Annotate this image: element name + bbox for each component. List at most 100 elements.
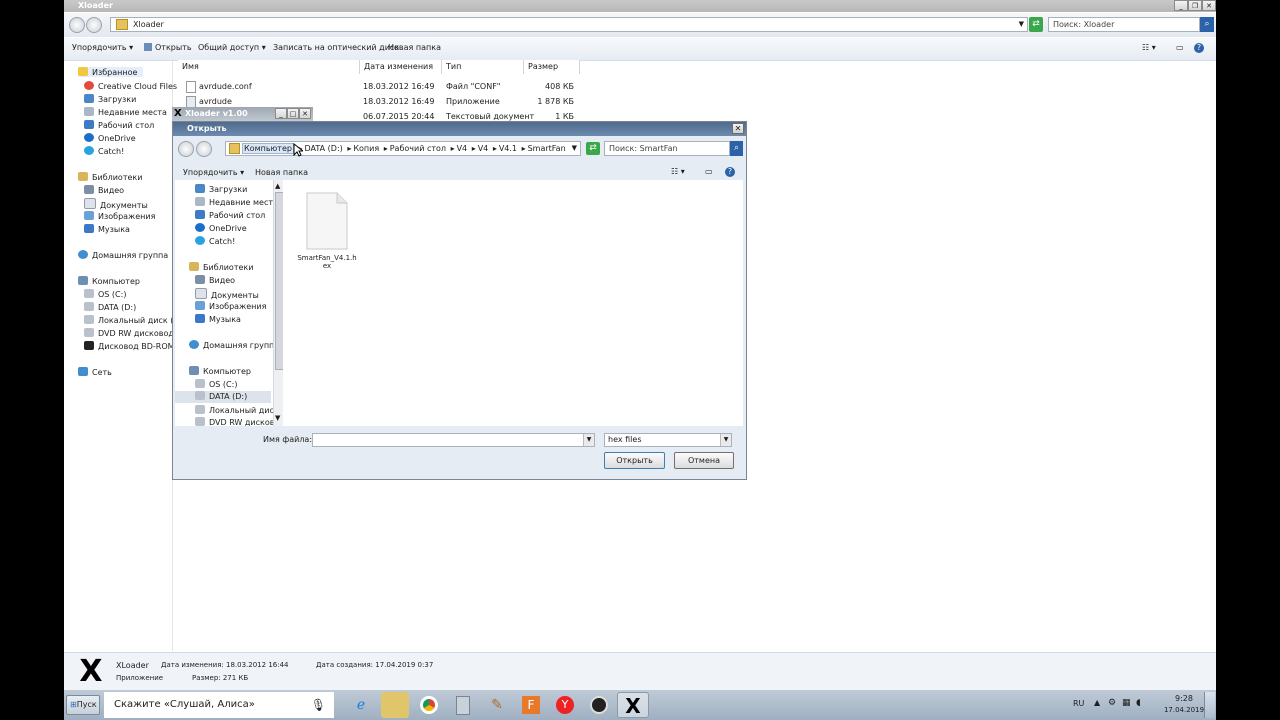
forward-button[interactable]: [196, 141, 212, 157]
column-date[interactable]: Дата изменения: [360, 60, 442, 74]
dialog-organize-menu[interactable]: Упорядочить ▾: [183, 168, 244, 177]
file-item[interactable]: SmartFan_V4.1.hex: [297, 192, 357, 270]
search-icon[interactable]: ⌕: [1200, 17, 1214, 32]
breadcrumb-separator-icon[interactable]: ▸: [520, 144, 528, 153]
nav-drive-selected[interactable]: DATA (D:): [175, 391, 271, 403]
nav-lib-item[interactable]: Документы: [195, 288, 259, 300]
breadcrumb[interactable]: V4: [478, 144, 489, 153]
dialog-address-bar[interactable]: Компьютер ▸DATA (D:) ▸Копия ▸Рабочий сто…: [225, 141, 581, 156]
nav-fav-item[interactable]: Рабочий стол: [195, 210, 265, 220]
help-icon[interactable]: ?: [1194, 43, 1204, 53]
open-button[interactable]: Открыть: [604, 452, 665, 469]
breadcrumb[interactable]: V4.1: [499, 144, 517, 153]
nav-drive[interactable]: OS (C:): [84, 289, 126, 299]
nav-drive[interactable]: OS (C:): [195, 379, 237, 389]
nav-drive[interactable]: DVD RW дисковод (F: [84, 328, 184, 338]
nav-lib-item[interactable]: Изображения: [195, 301, 266, 311]
new-folder-button[interactable]: Новая папка: [388, 43, 441, 52]
breadcrumb-separator-icon[interactable]: ▸: [470, 144, 478, 153]
network-tray-icon[interactable]: ▦: [1122, 698, 1131, 708]
scroll-down-icon[interactable]: ▼: [275, 414, 280, 422]
column-name[interactable]: Имя: [178, 60, 360, 74]
preview-pane-icon[interactable]: ▭: [1176, 43, 1184, 52]
refresh-icon[interactable]: ⇄: [586, 142, 600, 155]
chevron-down-icon[interactable]: ▼: [1019, 18, 1024, 31]
nav-lib-item[interactable]: Музыка: [195, 314, 241, 324]
nav-fav-item[interactable]: Рабочий стол: [84, 120, 154, 130]
xloader-window-titlebar[interactable]: X Xloader v1.00 _ □ ✕: [172, 107, 313, 121]
nav-lib-item[interactable]: Изображения: [84, 211, 155, 221]
nav-libraries[interactable]: Библиотеки: [189, 262, 253, 272]
nav-drive[interactable]: Дисковод BD-ROM (H: [84, 341, 186, 351]
scroll-up-icon[interactable]: ▲: [275, 182, 280, 190]
nav-drive[interactable]: Локальный диск (E:): [84, 315, 184, 325]
nav-lib-item[interactable]: Документы: [84, 198, 148, 210]
nav-network[interactable]: Сеть: [78, 367, 112, 377]
start-button[interactable]: ⊞Пуск: [66, 695, 100, 715]
fritzing-icon[interactable]: F: [517, 692, 545, 718]
filename-input[interactable]: ▼: [312, 433, 595, 447]
nav-drive[interactable]: DATA (D:): [84, 302, 136, 312]
nav-libraries[interactable]: Библиотеки: [78, 172, 142, 182]
burn-button[interactable]: Записать на оптический диск: [273, 43, 399, 52]
nav-lib-item[interactable]: Видео: [84, 185, 124, 195]
breadcrumb-separator-icon[interactable]: ▸: [491, 144, 499, 153]
yandex-icon[interactable]: Y: [551, 692, 579, 718]
breadcrumb-separator-icon[interactable]: ▸: [449, 144, 457, 153]
nav-favorites[interactable]: Избранное: [78, 67, 144, 77]
table-row[interactable]: avrdude.conf 18.03.2012 16:49 Файл "CONF…: [184, 81, 584, 93]
close-button[interactable]: ✕: [1202, 0, 1216, 11]
nav-lib-item[interactable]: Видео: [195, 275, 235, 285]
xloader-taskbar-icon[interactable]: X: [617, 692, 649, 718]
nav-fav-item[interactable]: Загрузки: [84, 94, 136, 104]
share-menu[interactable]: Общий доступ ▾: [198, 43, 266, 52]
nav-fav-item[interactable]: Creative Cloud Files: [84, 81, 177, 91]
breadcrumb-computer[interactable]: Компьютер: [242, 143, 294, 154]
chevron-down-icon[interactable]: ▼: [572, 142, 577, 155]
calculator-icon[interactable]: [449, 692, 477, 718]
breadcrumb[interactable]: DATA (D:): [305, 144, 343, 153]
minimize-button[interactable]: _: [1174, 0, 1188, 11]
nav-fav-item[interactable]: Catch!: [195, 236, 235, 246]
breadcrumb-separator-icon[interactable]: ▸: [382, 144, 390, 153]
dialog-close-button[interactable]: ✕: [732, 123, 744, 134]
forward-button[interactable]: [86, 17, 102, 33]
search-icon[interactable]: ⌕: [730, 141, 743, 156]
nav-lib-item[interactable]: Музыка: [84, 224, 130, 234]
nav-fav-item[interactable]: OneDrive: [195, 223, 247, 233]
nav-homegroup[interactable]: Домашняя группа: [78, 250, 168, 260]
nav-fav-item[interactable]: OneDrive: [84, 133, 136, 143]
ie-icon[interactable]: ℯ: [347, 692, 375, 718]
cancel-button[interactable]: Отмена: [674, 452, 734, 469]
nav-homegroup[interactable]: Домашняя группа: [189, 340, 279, 350]
nav-fav-item[interactable]: Недавние места: [84, 107, 167, 117]
column-size[interactable]: Размер: [524, 60, 580, 74]
nav-fav-item[interactable]: Catch!: [84, 146, 124, 156]
view-options-icon[interactable]: ☷ ▾: [671, 167, 685, 176]
breadcrumb[interactable]: Рабочий стол: [390, 144, 446, 153]
nav-computer[interactable]: Компьютер: [189, 366, 251, 376]
dialog-search-input[interactable]: Поиск: SmartFan: [604, 141, 730, 156]
refresh-icon[interactable]: ⇄: [1029, 17, 1043, 32]
back-button[interactable]: [69, 17, 85, 33]
tray-expand-icon[interactable]: ▲: [1094, 698, 1100, 707]
file-explorer-icon[interactable]: [381, 692, 409, 718]
preview-pane-icon[interactable]: ▭: [705, 167, 713, 176]
chevron-down-icon[interactable]: ▼: [583, 434, 594, 446]
chrome-icon[interactable]: [415, 692, 443, 718]
back-button[interactable]: [178, 141, 194, 157]
dialog-new-folder-button[interactable]: Новая папка: [255, 168, 308, 177]
close-button[interactable]: ✕: [299, 108, 311, 119]
column-type[interactable]: Тип: [442, 60, 524, 74]
address-bar[interactable]: Xloader ▼: [110, 17, 1028, 32]
minimize-button[interactable]: _: [275, 108, 287, 119]
clock-time[interactable]: 9:28: [1166, 694, 1202, 703]
taskbar-search[interactable]: Скажите «Слушай, Алиса» 🎙: [104, 692, 334, 718]
nav-drive[interactable]: DVD RW дисковод: [195, 417, 285, 426]
nav-drive[interactable]: Локальный диск (: [195, 405, 284, 415]
breadcrumb[interactable]: Копия: [353, 144, 379, 153]
maximize-button[interactable]: ❐: [1188, 0, 1202, 11]
tools-icon[interactable]: ✎: [483, 692, 511, 718]
search-input[interactable]: Поиск: Xloader: [1048, 17, 1200, 32]
nav-fav-item[interactable]: Загрузки: [195, 184, 247, 194]
